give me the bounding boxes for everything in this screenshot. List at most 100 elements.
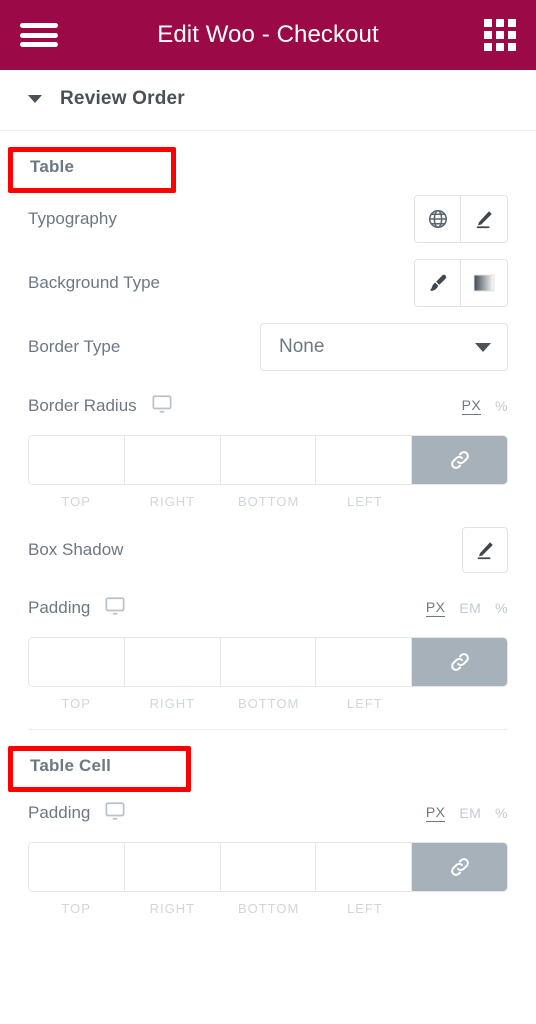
border-type-select[interactable]: None bbox=[260, 323, 508, 371]
padding-table-top-input[interactable] bbox=[29, 638, 124, 686]
control-border-type: Border Type None bbox=[28, 315, 508, 379]
padding-table-right-cell bbox=[124, 638, 221, 686]
section-heading-table-cell-wrap: Table Cell bbox=[8, 730, 508, 792]
padding-cell-sublabels: TOP RIGHT BOTTOM LEFT bbox=[28, 892, 508, 916]
control-border-radius-header: Border Radius PX % bbox=[28, 379, 508, 433]
border-radius-units: PX % bbox=[461, 397, 508, 415]
grid-apps-icon[interactable] bbox=[484, 19, 516, 51]
grid-cell bbox=[508, 19, 516, 27]
unit-px[interactable]: PX bbox=[425, 599, 446, 617]
typography-button-group bbox=[414, 195, 508, 243]
accordion-review-order[interactable]: Review Order bbox=[0, 70, 536, 131]
desktop-icon[interactable] bbox=[104, 596, 126, 621]
unit-percent[interactable]: % bbox=[495, 805, 508, 821]
padding-cell-label-group: Padding bbox=[28, 801, 126, 826]
padding-cell-dimensions: TOP RIGHT BOTTOM LEFT bbox=[28, 840, 508, 916]
accordion-title: Review Order bbox=[60, 88, 185, 109]
sublabel-left: LEFT bbox=[346, 696, 383, 711]
typography-global-button[interactable] bbox=[415, 196, 461, 242]
grid-cell bbox=[496, 43, 504, 51]
padding-table-right-input[interactable] bbox=[124, 638, 220, 686]
sublabel-bottom: BOTTOM bbox=[237, 494, 300, 509]
border-radius-input-row bbox=[28, 435, 508, 485]
padding-cell-right-input[interactable] bbox=[124, 843, 220, 891]
control-label-background-type: Background Type bbox=[28, 273, 160, 292]
chevron-down-icon bbox=[475, 342, 491, 352]
padding-cell-top-cell bbox=[29, 843, 125, 891]
sublabel-spacer bbox=[413, 494, 508, 509]
border-radius-left-cell bbox=[316, 436, 412, 484]
sublabel-right: RIGHT bbox=[149, 901, 196, 916]
border-type-value: None bbox=[279, 336, 325, 357]
grid-cell bbox=[508, 31, 516, 39]
unit-percent[interactable]: % bbox=[495, 600, 508, 616]
padding-table-bottom-input[interactable] bbox=[220, 638, 316, 686]
section-table-cell: Table Cell Padding PX EM % TOP RIGHT BOT… bbox=[0, 730, 536, 916]
padding-cell-bottom-input[interactable] bbox=[220, 843, 316, 891]
top-bar: Edit Woo - Checkout bbox=[0, 0, 536, 70]
unit-px[interactable]: PX bbox=[425, 804, 446, 822]
sublabel-left: LEFT bbox=[346, 901, 383, 916]
unit-em[interactable]: EM bbox=[459, 600, 481, 616]
padding-table-link-button[interactable] bbox=[412, 638, 507, 686]
padding-cell-link-button[interactable] bbox=[412, 843, 507, 891]
control-padding-table-header: Padding PX EM % bbox=[28, 581, 508, 635]
sublabel-left: LEFT bbox=[346, 494, 383, 509]
unit-percent[interactable]: % bbox=[495, 398, 508, 414]
border-radius-dimensions: TOP RIGHT BOTTOM LEFT bbox=[28, 433, 508, 509]
border-radius-sublabels: TOP RIGHT BOTTOM LEFT bbox=[28, 485, 508, 509]
border-radius-top-cell bbox=[29, 436, 125, 484]
control-label-padding-table: Padding bbox=[28, 598, 91, 617]
padding-cell-units: PX EM % bbox=[425, 804, 508, 822]
control-label-border-radius: Border Radius bbox=[28, 396, 137, 415]
desktop-icon[interactable] bbox=[104, 801, 126, 826]
control-label-padding-cell: Padding bbox=[28, 803, 91, 822]
border-radius-right-cell bbox=[124, 436, 221, 484]
unit-em[interactable]: EM bbox=[459, 805, 481, 821]
elementor-panel: Edit Woo - Checkout Review Order Table T… bbox=[0, 0, 536, 1024]
padding-cell-bottom-cell bbox=[220, 843, 317, 891]
control-background-type: Background Type bbox=[28, 251, 508, 315]
typography-edit-button[interactable] bbox=[461, 196, 507, 242]
control-padding-cell-header: Padding PX EM % bbox=[28, 786, 508, 840]
section-heading-table-cell: Table Cell bbox=[30, 756, 112, 775]
padding-table-label-group: Padding bbox=[28, 596, 126, 621]
grid-cell bbox=[496, 31, 504, 39]
sublabel-top: TOP bbox=[61, 696, 91, 711]
box-shadow-edit-button[interactable] bbox=[462, 527, 508, 573]
sublabel-spacer bbox=[413, 696, 508, 711]
padding-table-input-row bbox=[28, 637, 508, 687]
grid-cell bbox=[484, 43, 492, 51]
border-radius-label-group: Border Radius bbox=[28, 394, 173, 419]
caret-down-icon bbox=[28, 95, 42, 103]
padding-cell-input-row bbox=[28, 842, 508, 892]
section-table: Table Typography Background Type Border … bbox=[0, 131, 536, 730]
unit-px[interactable]: PX bbox=[461, 397, 482, 415]
padding-cell-top-input[interactable] bbox=[29, 843, 124, 891]
padding-table-sublabels: TOP RIGHT BOTTOM LEFT bbox=[28, 687, 508, 711]
border-radius-bottom-input[interactable] bbox=[220, 436, 316, 484]
padding-table-left-input[interactable] bbox=[316, 638, 411, 686]
padding-cell-left-input[interactable] bbox=[316, 843, 411, 891]
desktop-icon[interactable] bbox=[151, 394, 173, 419]
border-radius-link-button[interactable] bbox=[412, 436, 507, 484]
grid-cell bbox=[484, 19, 492, 27]
sublabel-spacer bbox=[413, 901, 508, 916]
padding-table-dimensions: TOP RIGHT BOTTOM LEFT bbox=[28, 635, 508, 711]
padding-table-left-cell bbox=[316, 638, 412, 686]
background-gradient-button[interactable] bbox=[461, 260, 507, 306]
sublabel-bottom: BOTTOM bbox=[237, 696, 300, 711]
border-radius-top-input[interactable] bbox=[29, 436, 124, 484]
sublabel-bottom: BOTTOM bbox=[237, 901, 300, 916]
grid-cell bbox=[496, 19, 504, 27]
sublabel-top: TOP bbox=[61, 901, 91, 916]
border-radius-bottom-cell bbox=[220, 436, 317, 484]
padding-table-top-cell bbox=[29, 638, 125, 686]
background-type-button-group bbox=[414, 259, 508, 307]
border-radius-left-input[interactable] bbox=[316, 436, 411, 484]
background-classic-button[interactable] bbox=[415, 260, 461, 306]
control-label-border-type: Border Type bbox=[28, 337, 121, 356]
control-box-shadow: Box Shadow bbox=[28, 519, 508, 581]
border-radius-right-input[interactable] bbox=[124, 436, 220, 484]
padding-cell-right-cell bbox=[124, 843, 221, 891]
